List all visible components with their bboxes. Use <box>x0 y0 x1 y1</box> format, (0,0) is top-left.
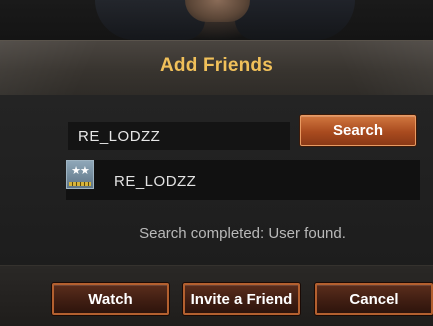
rank-bar-icon <box>69 182 91 186</box>
search-status-text: Search completed: User found. <box>139 225 346 242</box>
invite-friend-button[interactable]: Invite a Friend <box>183 283 300 315</box>
result-player-name: RE_LODZZ <box>114 173 197 190</box>
search-button[interactable]: Search <box>300 115 416 146</box>
background-figure-right <box>235 0 355 40</box>
rank-badge-icon: ★★ <box>66 160 94 189</box>
background-scene <box>0 0 433 40</box>
search-input[interactable] <box>68 122 290 150</box>
watch-button[interactable]: Watch <box>52 283 169 315</box>
cancel-button[interactable]: Cancel <box>315 283 433 315</box>
rank-stars-icon: ★★ <box>71 165 90 177</box>
dialog-title: Add Friends <box>159 55 274 76</box>
